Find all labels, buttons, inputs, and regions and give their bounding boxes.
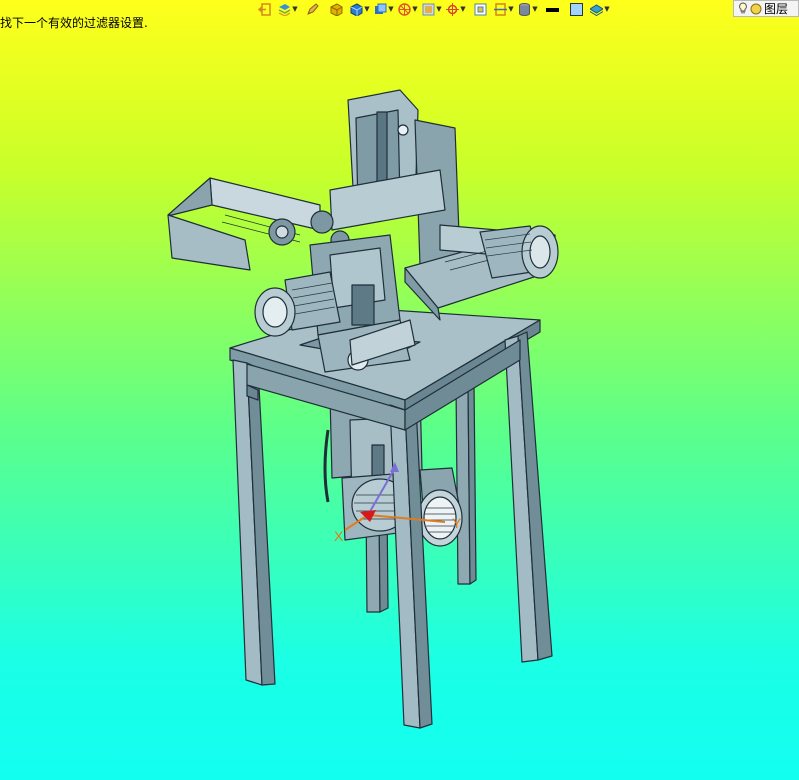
layers-stack-icon	[278, 3, 291, 16]
dropdown-arrow-icon[interactable]: ▼	[436, 5, 441, 13]
y-axis-label: Y	[452, 515, 462, 531]
dropdown-arrow-icon[interactable]: ▼	[604, 5, 609, 13]
zoom-window-button[interactable]	[468, 0, 492, 18]
dropdown-arrow-icon[interactable]: ▼	[532, 5, 537, 13]
table-leg-front-center	[389, 404, 433, 729]
sketch-button[interactable]	[300, 0, 324, 18]
exit-button[interactable]	[252, 0, 276, 18]
pencil-icon	[306, 2, 319, 15]
cube-blue-icon	[350, 2, 363, 16]
fill-color-icon	[569, 2, 583, 16]
cylinder-button[interactable]: ▼	[516, 0, 540, 18]
view-cube-icon	[375, 3, 387, 14]
machine-model	[167, 89, 559, 729]
box-shaded-icon	[330, 2, 342, 16]
dropdown-arrow-icon[interactable]: ▼	[460, 5, 465, 13]
layers-button[interactable]: ▼	[276, 0, 300, 18]
snap-target-icon	[446, 2, 460, 16]
zoom-window-icon	[474, 3, 486, 15]
view-cube-button[interactable]: ▼	[372, 0, 396, 18]
render-sphere-icon	[398, 2, 412, 16]
render-button[interactable]: ▼	[396, 0, 420, 18]
line-color-icon	[545, 7, 559, 12]
display-mode-icon	[422, 3, 435, 15]
section-view-button[interactable]: ▼	[492, 0, 516, 18]
snap-button[interactable]: ▼	[444, 0, 468, 18]
shaded-button[interactable]	[324, 0, 348, 18]
layer-plane-button[interactable]: ▼	[588, 0, 612, 18]
table-leg-front-right	[504, 331, 553, 663]
view-toolbar: ▼ ▼ ▼ ▼ ▼ ▼ ▼ ▼ ▼	[252, 0, 612, 18]
layer-selector-label: 图层	[764, 2, 789, 16]
dropdown-arrow-icon[interactable]: ▼	[364, 5, 369, 13]
line-color-button[interactable]	[540, 0, 564, 18]
dropdown-arrow-icon[interactable]: ▼	[388, 5, 393, 13]
exit-icon	[257, 2, 271, 16]
iso-view-button[interactable]: ▼	[348, 0, 372, 18]
cad-viewport[interactable]: X Y	[0, 20, 799, 780]
lightbulb-icon	[739, 2, 747, 14]
layer-plane-icon	[590, 3, 604, 16]
x-axis-label: X	[334, 528, 344, 544]
dropdown-arrow-icon[interactable]: ▼	[292, 5, 297, 13]
layer-selector[interactable]: 图层	[733, 0, 799, 17]
fill-color-button[interactable]	[564, 0, 588, 18]
table-leg-front-left	[232, 359, 276, 686]
sun-icon	[750, 3, 762, 14]
right-motor	[479, 225, 559, 279]
dropdown-arrow-icon[interactable]: ▼	[412, 5, 417, 13]
cylinder-icon	[519, 2, 531, 16]
dropdown-arrow-icon[interactable]: ▼	[508, 5, 513, 13]
display-mode-button[interactable]: ▼	[420, 0, 444, 18]
section-view-icon	[494, 2, 508, 16]
